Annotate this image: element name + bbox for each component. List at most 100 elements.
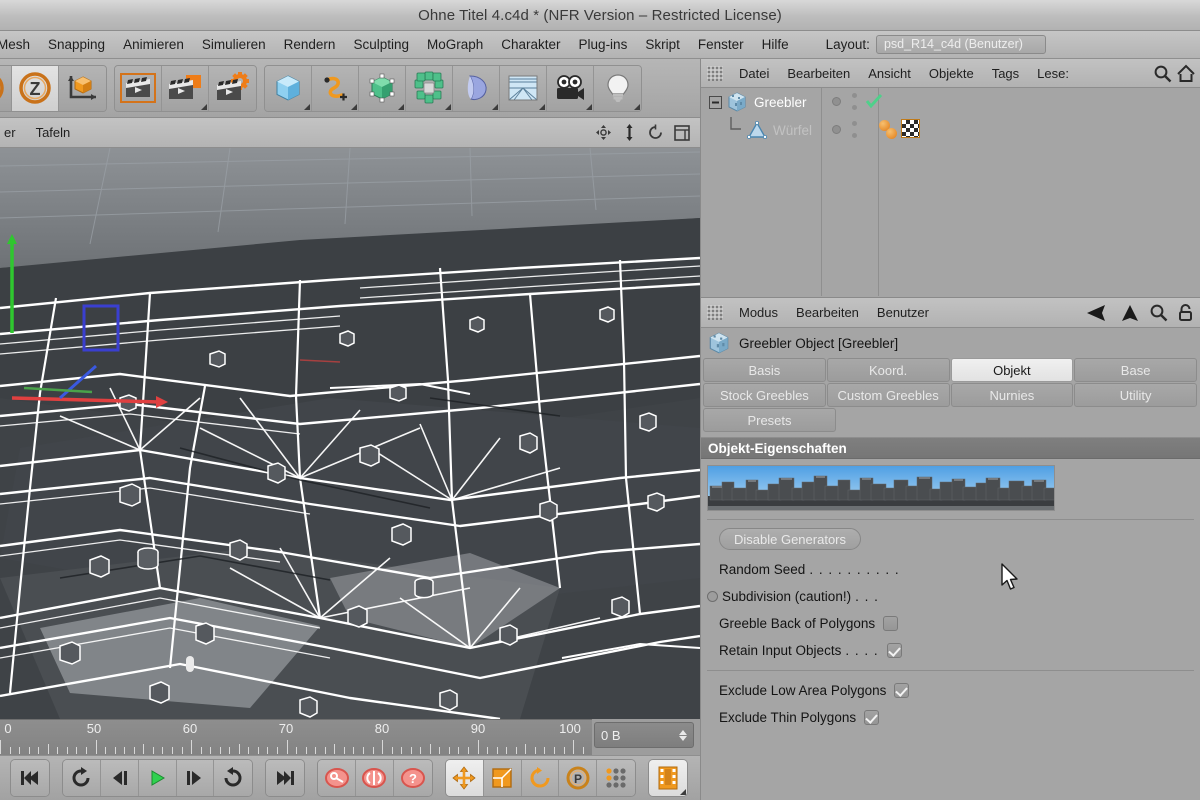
point-level-button[interactable] xyxy=(597,760,636,796)
om-menu-tags[interactable]: Tags xyxy=(983,66,1028,81)
axis-y-button[interactable]: Y xyxy=(0,65,12,111)
keyframe-selection-button[interactable]: ? xyxy=(393,760,432,796)
object-visibility-editor-greebler[interactable] xyxy=(832,97,841,106)
step-back-button[interactable] xyxy=(100,760,139,796)
scale-view-icon[interactable] xyxy=(622,124,637,141)
timeline-button[interactable] xyxy=(649,760,687,796)
timeline-ruler[interactable]: 0 50 60 70 80 90 100 xyxy=(0,719,592,755)
rotate-view-icon[interactable] xyxy=(647,124,664,141)
camera-button[interactable] xyxy=(547,65,594,111)
disable-generators-button[interactable]: Disable Generators xyxy=(719,528,861,550)
nurbs-button[interactable] xyxy=(359,65,406,111)
viewport-menu-er[interactable]: er xyxy=(0,125,26,140)
viewport-3d[interactable] xyxy=(0,148,700,719)
light-button[interactable] xyxy=(594,65,641,111)
layout-dropdown[interactable]: psd_R14_c4d (Benutzer) xyxy=(875,35,1046,54)
record-key-button[interactable] xyxy=(318,760,357,796)
menu-item-sculpting[interactable]: Sculpting xyxy=(344,31,418,58)
go-to-end-button[interactable] xyxy=(266,760,305,796)
spline-button[interactable] xyxy=(312,65,359,111)
maximize-view-icon[interactable] xyxy=(674,124,690,141)
go-to-start-button[interactable] xyxy=(11,760,49,796)
greebler-object-icon xyxy=(709,332,729,354)
tab-objekt[interactable]: Objekt xyxy=(950,358,1074,382)
om-menu-lesezeichen[interactable]: Lese: xyxy=(1028,66,1078,81)
menu-item-mograph[interactable]: MoGraph xyxy=(418,31,492,58)
search-icon[interactable] xyxy=(1153,64,1172,83)
frame-field[interactable]: 0 B xyxy=(594,722,694,748)
menu-item-charakter[interactable]: Charakter xyxy=(492,31,569,58)
render-region-button[interactable] xyxy=(162,65,209,111)
menu-item-simulieren[interactable]: Simulieren xyxy=(193,31,275,58)
radio-subdivision[interactable] xyxy=(707,591,718,602)
next-key-button[interactable] xyxy=(214,760,253,796)
object-manager-tree[interactable]: Greebler Würfel xyxy=(701,88,1200,296)
object-visibility-render-wuerfel-top[interactable] xyxy=(852,121,857,126)
am-menu-modus[interactable]: Modus xyxy=(730,305,787,320)
tab-base[interactable]: Base xyxy=(1074,358,1197,382)
environment-button[interactable] xyxy=(500,65,547,111)
menu-item-plugins[interactable]: Plug-ins xyxy=(570,31,637,58)
panel-grip-icon[interactable] xyxy=(707,65,723,81)
object-visibility-render-greebler-top[interactable] xyxy=(852,93,857,98)
previous-key-button[interactable] xyxy=(62,760,101,796)
tab-utility[interactable]: Utility xyxy=(1074,383,1197,407)
collapse-toggle-icon[interactable] xyxy=(709,95,722,109)
viewport-menu-tafeln[interactable]: Tafeln xyxy=(26,125,81,140)
move-tool-button[interactable] xyxy=(445,760,484,796)
up-arrow-icon[interactable] xyxy=(1120,303,1140,323)
checkbox-exclude-thin[interactable] xyxy=(864,710,880,725)
checkbox-greeble-back[interactable] xyxy=(883,616,899,631)
object-row-wuerfel[interactable]: Würfel xyxy=(701,116,1200,144)
checkbox-retain-input[interactable] xyxy=(886,643,902,658)
step-forward-button[interactable] xyxy=(176,760,215,796)
om-menu-objekte[interactable]: Objekte xyxy=(920,66,983,81)
menu-item-skript[interactable]: Skript xyxy=(636,31,689,58)
menu-item-rendern[interactable]: Rendern xyxy=(275,31,345,58)
lock-icon[interactable] xyxy=(1177,303,1194,322)
scale-tool-button[interactable] xyxy=(483,760,522,796)
tab-basis[interactable]: Basis xyxy=(703,358,826,382)
menu-item-snapping[interactable]: Snapping xyxy=(39,31,114,58)
am-menu-bearbeiten[interactable]: Bearbeiten xyxy=(787,305,868,320)
menu-item-hilfe[interactable]: Hilfe xyxy=(753,31,798,58)
material-tag-icon-2[interactable] xyxy=(886,128,897,139)
play-button[interactable] xyxy=(138,760,177,796)
tab-nurnies[interactable]: Nurnies xyxy=(950,383,1074,407)
checkbox-exclude-low-area[interactable] xyxy=(894,683,910,698)
enabled-check-icon[interactable] xyxy=(865,93,883,109)
deformer-button[interactable] xyxy=(453,65,500,111)
am-menu-benutzer[interactable]: Benutzer xyxy=(868,305,938,320)
tab-custom-greebles[interactable]: Custom Greebles xyxy=(826,383,950,407)
tab-stock-greebles[interactable]: Stock Greebles xyxy=(703,383,826,407)
menu-item-animieren[interactable]: Animieren xyxy=(114,31,193,58)
array-button[interactable] xyxy=(406,65,453,111)
object-row-greebler[interactable]: Greebler xyxy=(701,88,1200,116)
menu-item-fenster[interactable]: Fenster xyxy=(689,31,753,58)
search-icon[interactable] xyxy=(1149,303,1168,322)
panel-grip-icon-2[interactable] xyxy=(707,305,723,320)
move-view-icon[interactable] xyxy=(595,124,612,141)
home-icon[interactable] xyxy=(1176,64,1196,83)
axis-z-button[interactable]: Z xyxy=(12,65,59,111)
timeline-tick-70: 70 xyxy=(278,721,294,736)
object-visibility-editor-wuerfel[interactable] xyxy=(832,125,841,134)
cube-primitive-button[interactable] xyxy=(265,65,312,111)
frame-stepper[interactable] xyxy=(679,729,687,741)
rotate-tool-button[interactable] xyxy=(521,760,560,796)
object-visibility-render-greebler-bot[interactable] xyxy=(852,105,857,110)
om-menu-bearbeiten[interactable]: Bearbeiten xyxy=(778,66,859,81)
texture-tag-icon[interactable] xyxy=(901,119,920,138)
autokey-button[interactable] xyxy=(356,760,394,796)
parameter-tool-button[interactable]: P xyxy=(559,760,598,796)
object-axis-button[interactable] xyxy=(59,65,106,111)
object-visibility-render-wuerfel-bot[interactable] xyxy=(852,133,857,138)
om-menu-datei[interactable]: Datei xyxy=(730,66,778,81)
render-settings-button[interactable] xyxy=(209,65,256,111)
menu-item-mesh[interactable]: Mesh xyxy=(0,31,39,58)
tab-presets[interactable]: Presets xyxy=(703,408,836,432)
tab-koord[interactable]: Koord. xyxy=(826,358,950,382)
render-view-button[interactable] xyxy=(115,65,162,111)
om-menu-ansicht[interactable]: Ansicht xyxy=(859,66,920,81)
back-arrow-icon[interactable] xyxy=(1085,303,1111,323)
